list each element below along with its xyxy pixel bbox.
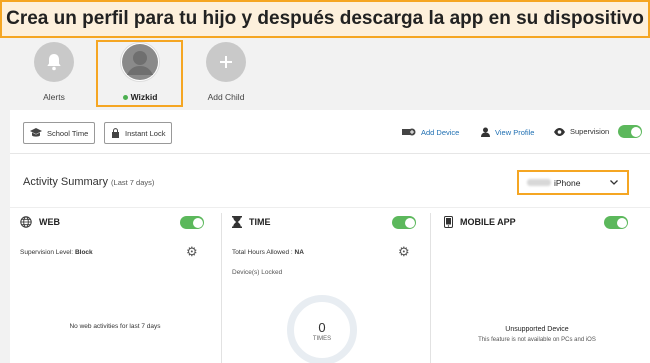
alerts-label: Alerts xyxy=(43,92,65,102)
toolbar: School Time Instant Lock Add Device View… xyxy=(10,110,650,154)
view-profile-label: View Profile xyxy=(495,127,535,137)
activity-summary-title: Activity Summary (Last 7 days) xyxy=(23,176,154,188)
instruction-banner: Crea un perfil para tu hijo y después de… xyxy=(0,0,650,38)
chevron-down-icon xyxy=(610,180,618,185)
web-level-label: Supervision Level: xyxy=(20,249,74,256)
unsupported-device-title: Unsupported Device xyxy=(505,326,569,333)
add-device-label: Add Device xyxy=(421,127,460,137)
devices-locked-label: Device(s) Locked xyxy=(232,269,283,276)
mobile-app-header: MOBILE APP xyxy=(444,216,516,228)
time-hours-label: Total Hours Allowed : xyxy=(232,249,293,256)
view-profile-link[interactable]: View Profile xyxy=(481,127,534,137)
instant-lock-button[interactable]: Instant Lock xyxy=(104,122,173,144)
device-name: iPhone xyxy=(554,177,581,188)
school-icon xyxy=(30,128,42,137)
mobile-app-panel: MOBILE APP Unsupported Device This featu… xyxy=(444,213,630,363)
hourglass-icon xyxy=(232,216,242,228)
web-title: WEB xyxy=(39,217,60,227)
web-supervision-level: Supervision Level: Block xyxy=(20,249,93,256)
mobile-phone-icon xyxy=(444,216,453,228)
plus-icon xyxy=(206,42,246,82)
add-device-icon xyxy=(402,128,416,136)
instant-lock-label: Instant Lock xyxy=(125,128,166,138)
supervision-label: Supervision xyxy=(570,127,610,136)
web-header: WEB xyxy=(20,216,60,228)
web-empty-message: No web activities for last 7 days xyxy=(69,323,161,330)
time-title: TIME xyxy=(249,217,271,227)
mobile-app-title: MOBILE APP xyxy=(460,217,516,227)
banner-text: Crea un perfil para tu hijo y después de… xyxy=(6,8,644,29)
mobile-app-toggle[interactable] xyxy=(604,216,628,229)
time-panel: TIME Total Hours Allowed : NA ⚙ Device(s… xyxy=(232,213,422,363)
redacted-device-name xyxy=(527,179,551,186)
section-divider xyxy=(10,207,650,208)
school-time-label: School Time xyxy=(47,128,89,138)
time-header: TIME xyxy=(232,216,271,228)
time-hours-value: NA xyxy=(294,249,304,256)
eye-icon xyxy=(554,127,565,136)
web-level-value: Block xyxy=(74,249,93,256)
user-icon xyxy=(481,127,490,137)
dashboard-card: School Time Instant Lock Add Device View… xyxy=(10,110,650,363)
web-panel: WEB Supervision Level: Block ⚙ No web ac… xyxy=(20,213,210,363)
add-child-label: Add Child xyxy=(207,92,245,102)
time-toggle[interactable] xyxy=(392,216,416,229)
bell-icon xyxy=(34,42,74,82)
supervision-control: Supervision xyxy=(554,125,643,138)
unsupported-device-note: This feature is not available on PCs and… xyxy=(478,337,596,343)
alerts-profile[interactable]: Alerts xyxy=(14,42,94,102)
time-hours-allowed: Total Hours Allowed : NA xyxy=(232,249,304,256)
web-settings-gear-icon[interactable]: ⚙ xyxy=(186,244,198,260)
school-time-button[interactable]: School Time xyxy=(23,122,96,144)
time-settings-gear-icon[interactable]: ⚙ xyxy=(398,244,410,260)
panel-separator xyxy=(221,213,222,363)
locked-count-unit: TIMES xyxy=(312,336,332,342)
panel-separator-2 xyxy=(430,213,431,363)
web-toggle[interactable] xyxy=(180,216,204,229)
summary-title-text: Activity Summary xyxy=(23,176,108,188)
add-child-profile[interactable]: Add Child xyxy=(186,42,266,102)
child-highlight-box xyxy=(96,40,183,107)
add-device-link[interactable]: Add Device xyxy=(402,127,459,137)
lock-icon xyxy=(112,128,119,138)
globe-icon xyxy=(20,216,32,228)
supervision-toggle[interactable] xyxy=(618,125,643,138)
locked-count-ring: 0 TIMES xyxy=(287,295,357,363)
locked-count: 0 xyxy=(318,320,326,335)
summary-range: (Last 7 days) xyxy=(111,178,155,187)
device-selector[interactable]: iPhone xyxy=(517,170,629,195)
